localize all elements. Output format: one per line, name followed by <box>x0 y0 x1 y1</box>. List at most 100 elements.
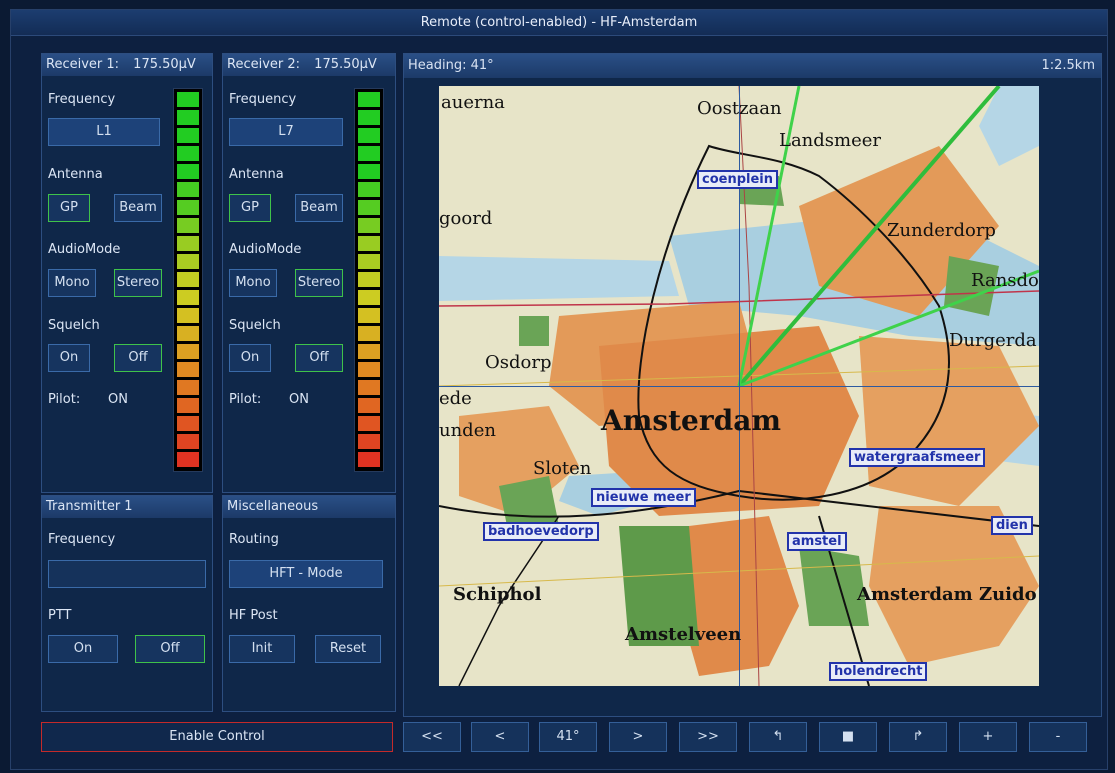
map-place-zunderdorp: Zunderdorp <box>887 220 996 241</box>
meter-segment <box>358 164 380 179</box>
rotate-fast-back-button[interactable]: << <box>403 722 461 752</box>
meter-segment <box>177 254 199 269</box>
meter-segment <box>358 236 380 251</box>
map-marker-dien[interactable]: dien <box>991 516 1033 535</box>
receiver2-audiomode-label: AudioMode <box>229 242 302 257</box>
receiver1-antenna-beam-button[interactable]: Beam <box>114 194 162 222</box>
meter-segment <box>177 218 199 233</box>
receiver2-antenna-beam-button[interactable]: Beam <box>295 194 343 222</box>
receiver1-squelch-on-button[interactable]: On <box>48 344 90 372</box>
map-marker-badhoevedorp[interactable]: badhoevedorp <box>483 522 599 541</box>
zoom-out-button[interactable]: - <box>1029 722 1087 752</box>
meter-segment <box>358 200 380 215</box>
meter-segment <box>358 380 380 395</box>
heading-readout: 41° <box>539 722 597 752</box>
meter-segment <box>358 416 380 431</box>
map-place-unden: unden <box>439 420 496 441</box>
map-panel: Heading: 41° 1:2.5km auerna Oostzaan Lan… <box>403 53 1102 717</box>
receiver1-pilot-label: Pilot: <box>48 392 81 407</box>
init-button[interactable]: Init <box>229 635 295 663</box>
receiver2-squelch-on-button[interactable]: On <box>229 344 271 372</box>
receiver1-stereo-button[interactable]: Stereo <box>114 269 162 297</box>
misc-panel: Miscellaneous Routing HFT - Mode HF Post… <box>222 495 396 712</box>
meter-segment <box>358 110 380 125</box>
receiver2-squelch-off-button[interactable]: Off <box>295 344 343 372</box>
meter-segment <box>177 362 199 377</box>
meter-segment <box>358 128 380 143</box>
receiver1-level-meter <box>173 88 203 472</box>
enable-control-button[interactable]: Enable Control <box>41 722 393 752</box>
rotate-forward-button[interactable]: > <box>609 722 667 752</box>
receiver1-mono-button[interactable]: Mono <box>48 269 96 297</box>
meter-segment <box>177 200 199 215</box>
map-marker-amstel[interactable]: amstel <box>787 532 847 551</box>
meter-segment <box>358 398 380 413</box>
ptt-on-button[interactable]: On <box>48 635 118 663</box>
ptt-label: PTT <box>48 608 72 623</box>
receiver1-antenna-label: Antenna <box>48 167 103 182</box>
receiver1-level: 175.50µV <box>133 57 196 72</box>
meter-segment <box>177 290 199 305</box>
receiver1-squelch-off-button[interactable]: Off <box>114 344 162 372</box>
receiver2-antenna-gp-button[interactable]: GP <box>229 194 271 222</box>
map-place-sloten: Sloten <box>533 458 592 479</box>
map-scale: 1:2.5km <box>1041 58 1095 73</box>
routing-label: Routing <box>229 532 279 547</box>
main-window: Remote (control-enabled) - HF-Amsterdam … <box>10 9 1108 770</box>
transmitter-frequency-field[interactable] <box>48 560 206 588</box>
receiver2-antenna-label: Antenna <box>229 167 284 182</box>
meter-segment <box>177 380 199 395</box>
meter-segment <box>358 362 380 377</box>
receiver2-mono-button[interactable]: Mono <box>229 269 277 297</box>
meter-segment <box>358 308 380 323</box>
meter-segment <box>177 398 199 413</box>
map-place-osdorp: Osdorp <box>485 352 552 373</box>
receiver2-panel: Receiver 2: 175.50µV Frequency L7 Antenn… <box>222 53 396 493</box>
receiver2-pilot-label: Pilot: <box>229 392 262 407</box>
receiver1-frequency-field[interactable]: L1 <box>48 118 160 146</box>
meter-segment <box>358 434 380 449</box>
map-marker-watergraafsmeer[interactable]: watergraafsmeer <box>849 448 986 467</box>
receiver1-header: Receiver 1: 175.50µV <box>42 54 212 76</box>
undo-icon[interactable]: ↰ <box>749 722 807 752</box>
map-view[interactable]: auerna Oostzaan Landsmeer goord Zunderdo… <box>439 86 1039 686</box>
meter-segment <box>358 218 380 233</box>
routing-mode-button[interactable]: HFT - Mode <box>229 560 383 588</box>
receiver1-frequency-label: Frequency <box>48 92 116 107</box>
meter-segment <box>358 326 380 341</box>
receiver1-pilot-value: ON <box>108 392 128 407</box>
meter-segment <box>177 344 199 359</box>
transmitter-header: Transmitter 1 <box>42 496 212 518</box>
receiver1-title: Receiver 1: <box>46 57 120 72</box>
meter-segment <box>177 416 199 431</box>
receiver2-stereo-button[interactable]: Stereo <box>295 269 343 297</box>
meter-segment <box>177 182 199 197</box>
receiver2-squelch-label: Squelch <box>229 318 281 333</box>
map-marker-coenplein[interactable]: coenplein <box>697 170 778 189</box>
rotate-back-button[interactable]: < <box>471 722 529 752</box>
receiver2-pilot-value: ON <box>289 392 309 407</box>
receiver1-antenna-gp-button[interactable]: GP <box>48 194 90 222</box>
misc-header: Miscellaneous <box>223 496 395 518</box>
meter-segment <box>358 146 380 161</box>
meter-segment <box>358 290 380 305</box>
ptt-off-button[interactable]: Off <box>135 635 205 663</box>
meter-segment <box>358 344 380 359</box>
map-place-landsmeer: Landsmeer <box>779 130 882 151</box>
receiver2-frequency-field[interactable]: L7 <box>229 118 343 146</box>
meter-segment <box>177 92 199 107</box>
map-marker-nieuwe-meer[interactable]: nieuwe meer <box>591 488 696 507</box>
map-place-auerna: auerna <box>441 92 505 113</box>
reset-button[interactable]: Reset <box>315 635 381 663</box>
hfpost-label: HF Post <box>229 608 278 623</box>
rotate-fast-forward-button[interactable]: >> <box>679 722 737 752</box>
receiver2-frequency-label: Frequency <box>229 92 297 107</box>
stop-icon[interactable]: ■ <box>819 722 877 752</box>
transmitter-panel: Transmitter 1 Frequency PTT On Off <box>41 495 213 712</box>
window-title: Remote (control-enabled) - HF-Amsterdam <box>11 10 1107 36</box>
map-marker-holendrecht[interactable]: holendrecht <box>829 662 928 681</box>
zoom-in-button[interactable]: + <box>959 722 1017 752</box>
redo-icon[interactable]: ↱ <box>889 722 947 752</box>
meter-segment <box>358 182 380 197</box>
map-header: Heading: 41° 1:2.5km <box>404 54 1101 78</box>
